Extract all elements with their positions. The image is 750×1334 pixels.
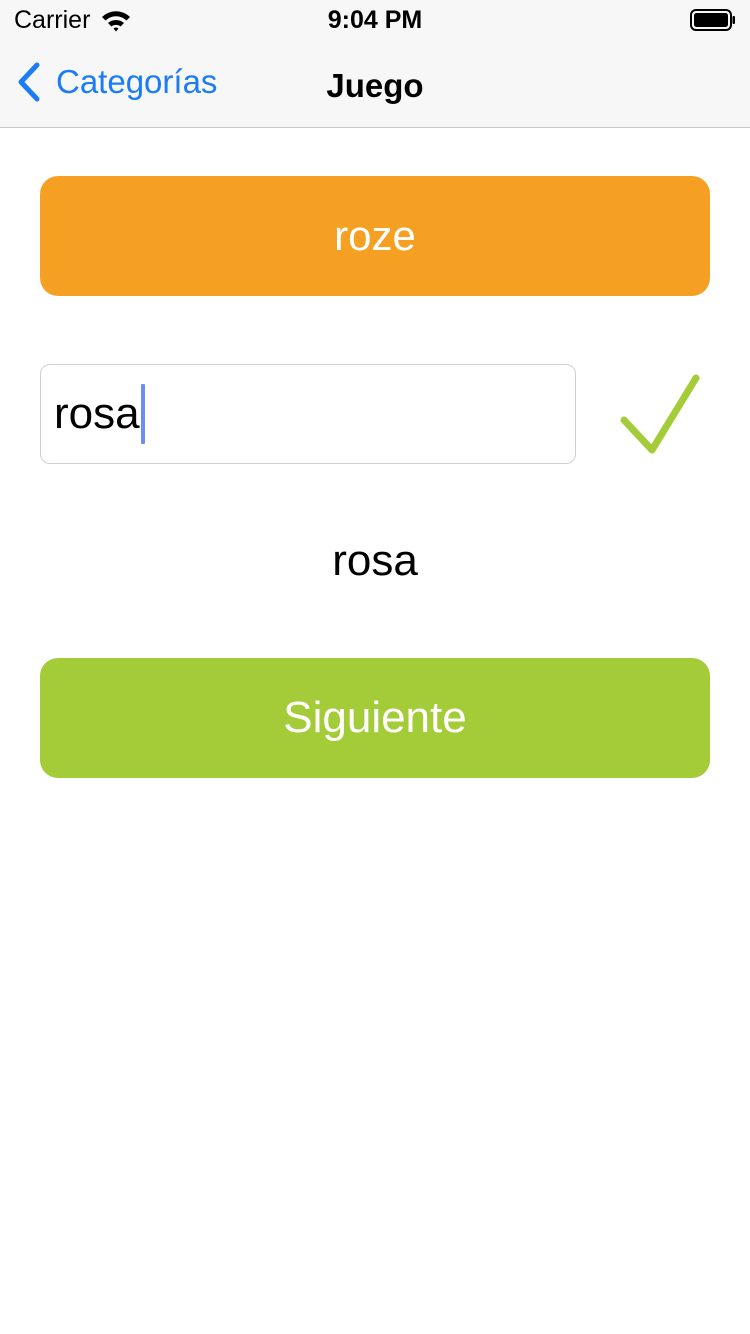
battery-icon	[690, 9, 735, 31]
answer-input-value: rosa	[54, 389, 140, 438]
prompt-word-card: roze	[40, 176, 710, 296]
next-button-label: Siguiente	[283, 693, 467, 742]
next-button[interactable]: Siguiente	[40, 658, 710, 778]
status-bar: Carrier 9:04 PM	[0, 0, 750, 40]
prompt-word: roze	[334, 212, 416, 259]
text-caret	[140, 384, 145, 444]
top-bar: Carrier 9:04 PM Categorías Juego	[0, 0, 750, 128]
checkmark-icon	[620, 374, 700, 454]
navigation-bar: Categorías Juego	[0, 40, 750, 128]
status-time: 9:04 PM	[327, 6, 423, 34]
correct-answer-text: rosa	[332, 536, 418, 585]
page-title: Juego	[326, 67, 424, 104]
answer-input[interactable]: rosa	[40, 364, 576, 464]
game-screen: Carrier 9:04 PM Categorías Juego roze ro…	[0, 0, 750, 1334]
